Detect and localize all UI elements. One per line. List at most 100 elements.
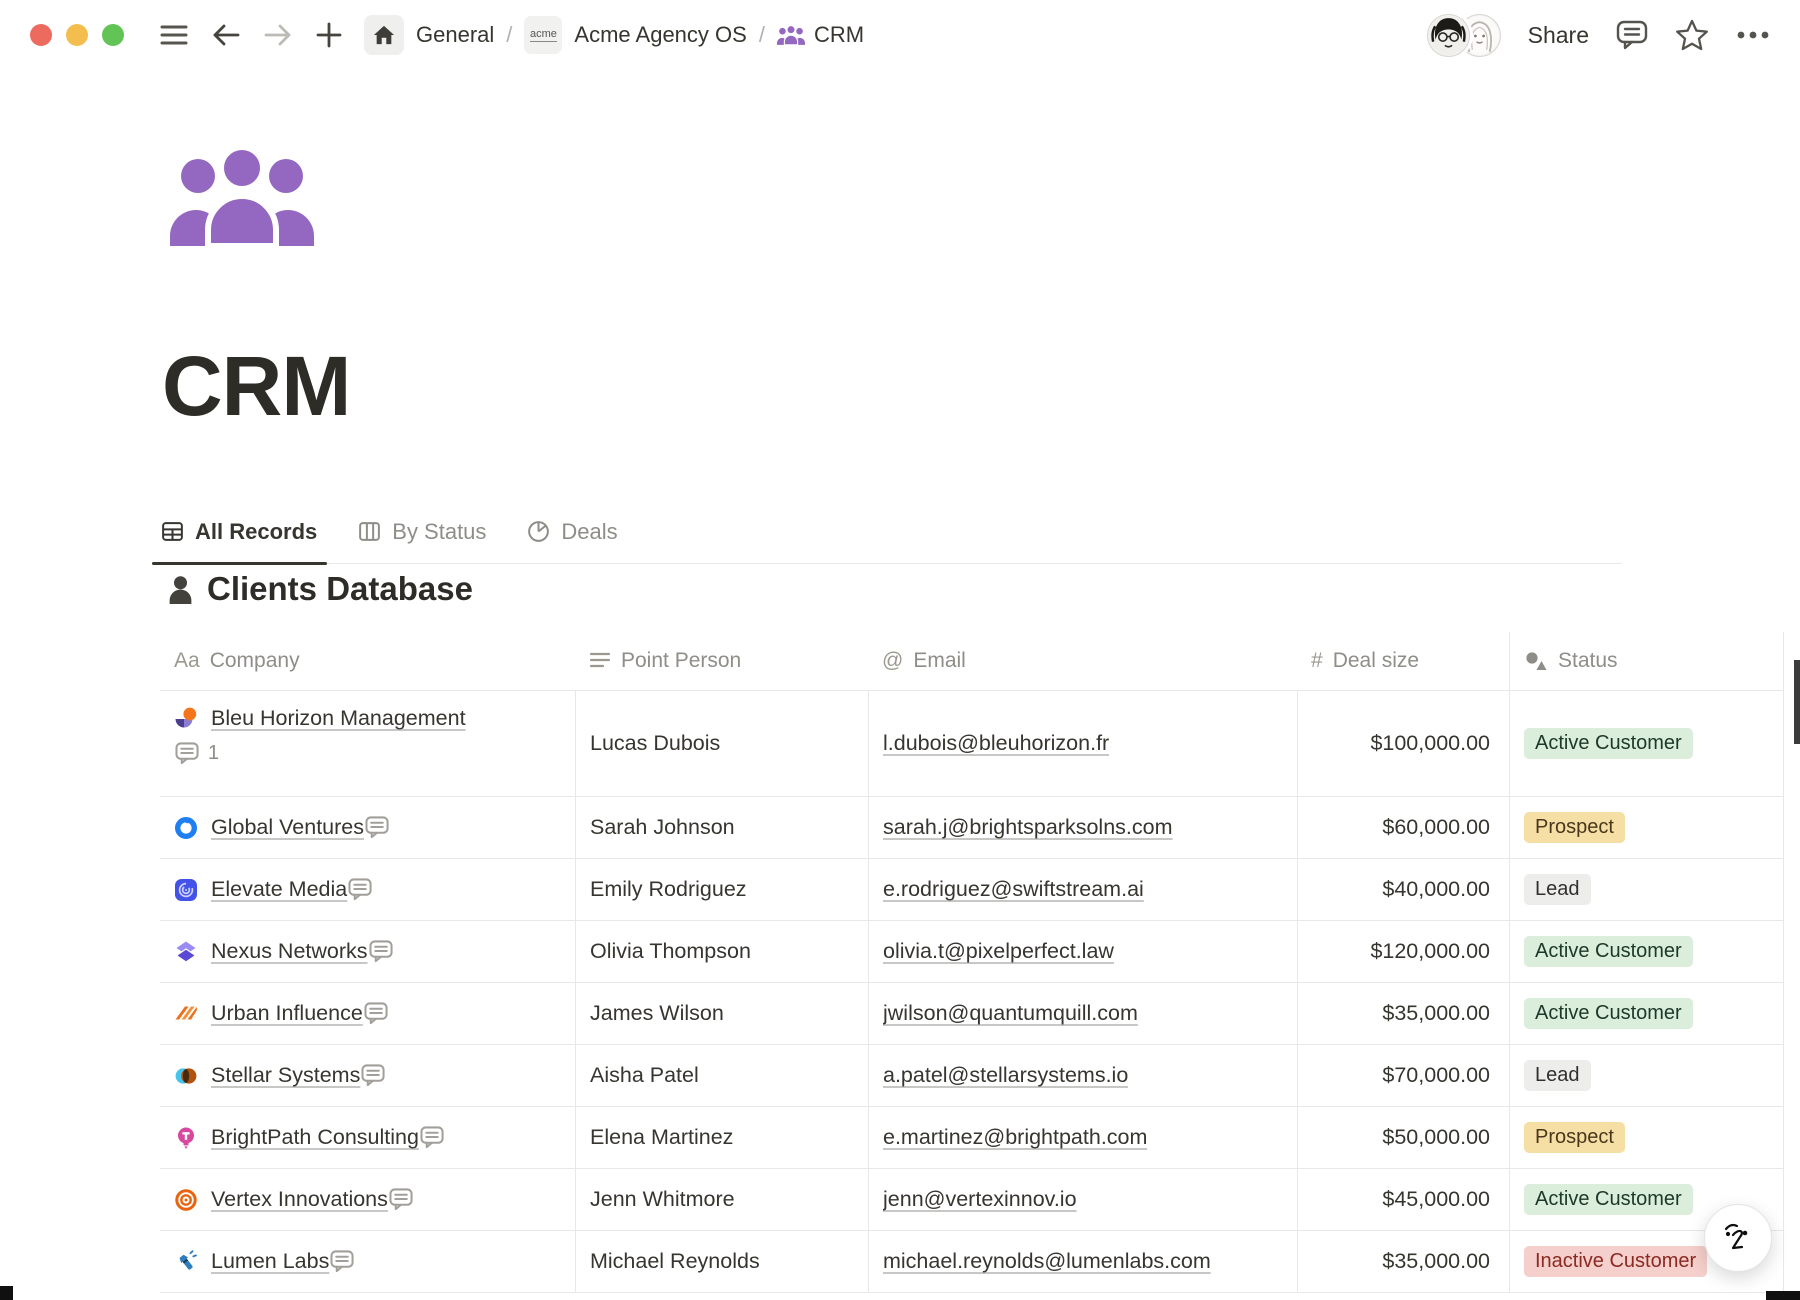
company-cell[interactable]: Urban Influence [160,983,575,1044]
email-link[interactable]: michael.reynolds@lumenlabs.com [883,1249,1211,1274]
point-person-cell[interactable]: Aisha Patel [575,1045,868,1106]
status-cell[interactable]: Active Customer [1509,983,1784,1044]
company-link[interactable]: Vertex Innovations [211,1187,388,1212]
comment-count[interactable] [388,1188,422,1211]
email-cell[interactable]: michael.reynolds@lumenlabs.com [868,1231,1297,1292]
table-row[interactable]: Stellar Systems Aisha Patel a.patel@stel… [160,1044,1784,1106]
deal-size-cell[interactable]: $45,000.00 [1297,1169,1509,1230]
status-cell[interactable]: Active Customer [1509,921,1784,982]
company-link[interactable]: Stellar Systems [211,1063,360,1088]
deal-size-cell[interactable]: $120,000.00 [1297,921,1509,982]
column-header-status[interactable]: Status [1509,632,1784,690]
company-cell[interactable]: Nexus Networks [160,921,575,982]
breadcrumb-page[interactable]: CRM [777,22,864,48]
back-arrow-icon[interactable] [211,22,241,48]
point-person-cell[interactable]: Sarah Johnson [575,797,868,858]
home-button[interactable] [364,15,404,55]
table-row[interactable]: Nexus Networks Olivia Thompson olivia.t@… [160,920,1784,982]
comment-count[interactable] [419,1126,453,1149]
tab-by-status[interactable]: By Status [357,500,486,563]
email-link[interactable]: jenn@vertexinnov.io [883,1187,1077,1212]
point-person-cell[interactable]: Jenn Whitmore [575,1169,868,1230]
comment-count[interactable] [364,816,398,839]
table-row[interactable]: Vertex Innovations Jenn Whitmore jenn@ve… [160,1168,1784,1230]
share-button[interactable]: Share [1528,22,1589,49]
point-person-cell[interactable]: James Wilson [575,983,868,1044]
column-header-company[interactable]: Aa Company [160,632,575,690]
page-icon-people[interactable] [168,146,316,255]
email-cell[interactable]: olivia.t@pixelperfect.law [868,921,1297,982]
table-row[interactable]: Global Ventures Sarah Johnson sarah.j@br… [160,796,1784,858]
email-link[interactable]: jwilson@quantumquill.com [883,1001,1138,1026]
comment-count[interactable] [363,1002,397,1025]
hamburger-icon[interactable] [159,23,189,47]
table-row[interactable]: BrightPath Consulting Elena Martinez e.m… [160,1106,1784,1168]
status-cell[interactable]: Prospect [1509,797,1784,858]
notion-ai-button[interactable] [1704,1204,1772,1272]
deal-size-cell[interactable]: $100,000.00 [1297,691,1509,796]
deal-size-cell[interactable]: $35,000.00 [1297,983,1509,1044]
company-cell[interactable]: Lumen Labs [160,1231,575,1292]
scrollbar-thumb[interactable] [1794,660,1800,744]
deal-size-cell[interactable]: $40,000.00 [1297,859,1509,920]
email-cell[interactable]: a.patel@stellarsystems.io [868,1045,1297,1106]
status-cell[interactable]: Lead [1509,859,1784,920]
status-cell[interactable]: Lead [1509,1045,1784,1106]
point-person-cell[interactable]: Olivia Thompson [575,921,868,982]
minimize-window-button[interactable] [66,24,88,46]
email-link[interactable]: olivia.t@pixelperfect.law [883,939,1114,964]
deal-size-cell[interactable]: $35,000.00 [1297,1231,1509,1292]
email-cell[interactable]: sarah.j@brightsparksolns.com [868,797,1297,858]
point-person-cell[interactable]: Emily Rodriguez [575,859,868,920]
email-cell[interactable]: l.dubois@bleuhorizon.fr [868,691,1297,796]
point-person-cell[interactable]: Michael Reynolds [575,1231,868,1292]
table-row[interactable]: Elevate Media Emily Rodriguez e.rodrigue… [160,858,1784,920]
email-cell[interactable]: e.martinez@brightpath.com [868,1107,1297,1168]
company-cell[interactable]: Stellar Systems [160,1045,575,1106]
email-cell[interactable]: jenn@vertexinnov.io [868,1169,1297,1230]
workspace-logo-icon[interactable]: acme [524,16,562,54]
company-link[interactable]: Global Ventures [211,815,364,840]
table-row[interactable]: Lumen Labs Michael Reynolds michael.reyn… [160,1230,1784,1292]
deal-size-cell[interactable]: $60,000.00 [1297,797,1509,858]
breadcrumb-workspace[interactable]: Acme Agency OS [574,22,746,48]
forward-arrow-icon[interactable] [263,22,293,48]
email-link[interactable]: e.martinez@brightpath.com [883,1125,1147,1150]
tab-deals[interactable]: Deals [526,500,617,563]
avatar[interactable] [1427,14,1470,57]
deal-size-cell[interactable]: $70,000.00 [1297,1045,1509,1106]
email-cell[interactable]: jwilson@quantumquill.com [868,983,1297,1044]
comment-count[interactable] [368,940,402,963]
comment-count[interactable] [347,878,381,901]
status-cell[interactable]: Active Customer [1509,691,1784,796]
breadcrumb-general[interactable]: General [416,22,494,48]
comment-count[interactable] [329,1250,363,1273]
more-options-icon[interactable] [1736,30,1770,40]
email-link[interactable]: e.rodriguez@swiftstream.ai [883,877,1144,902]
company-cell[interactable]: BrightPath Consulting [160,1107,575,1168]
comment-count[interactable] [360,1064,394,1087]
company-cell[interactable]: Global Ventures [160,797,575,858]
email-cell[interactable]: e.rodriguez@swiftstream.ai [868,859,1297,920]
tab-all-records[interactable]: All Records [160,500,317,563]
table-row[interactable]: Urban Influence James Wilson jwilson@qua… [160,982,1784,1044]
company-cell[interactable]: Vertex Innovations [160,1169,575,1230]
email-link[interactable]: l.dubois@bleuhorizon.fr [883,731,1109,756]
company-link[interactable]: Urban Influence [211,1001,363,1026]
company-cell[interactable]: Bleu Horizon Management 1 [160,691,575,796]
column-header-deal-size[interactable]: # Deal size [1297,632,1509,690]
company-link[interactable]: Elevate Media [211,877,347,902]
close-window-button[interactable] [30,24,52,46]
status-cell[interactable]: Prospect [1509,1107,1784,1168]
column-header-point-person[interactable]: Point Person [575,632,868,690]
company-link[interactable]: Lumen Labs [211,1249,329,1274]
company-link[interactable]: BrightPath Consulting [211,1125,419,1150]
comments-icon[interactable] [1616,20,1648,50]
email-link[interactable]: a.patel@stellarsystems.io [883,1063,1128,1088]
comment-count[interactable]: 1 [174,742,219,765]
zoom-window-button[interactable] [102,24,124,46]
email-link[interactable]: sarah.j@brightsparksolns.com [883,815,1173,840]
company-cell[interactable]: Elevate Media [160,859,575,920]
point-person-cell[interactable]: Elena Martinez [575,1107,868,1168]
company-link[interactable]: Nexus Networks [211,939,368,964]
